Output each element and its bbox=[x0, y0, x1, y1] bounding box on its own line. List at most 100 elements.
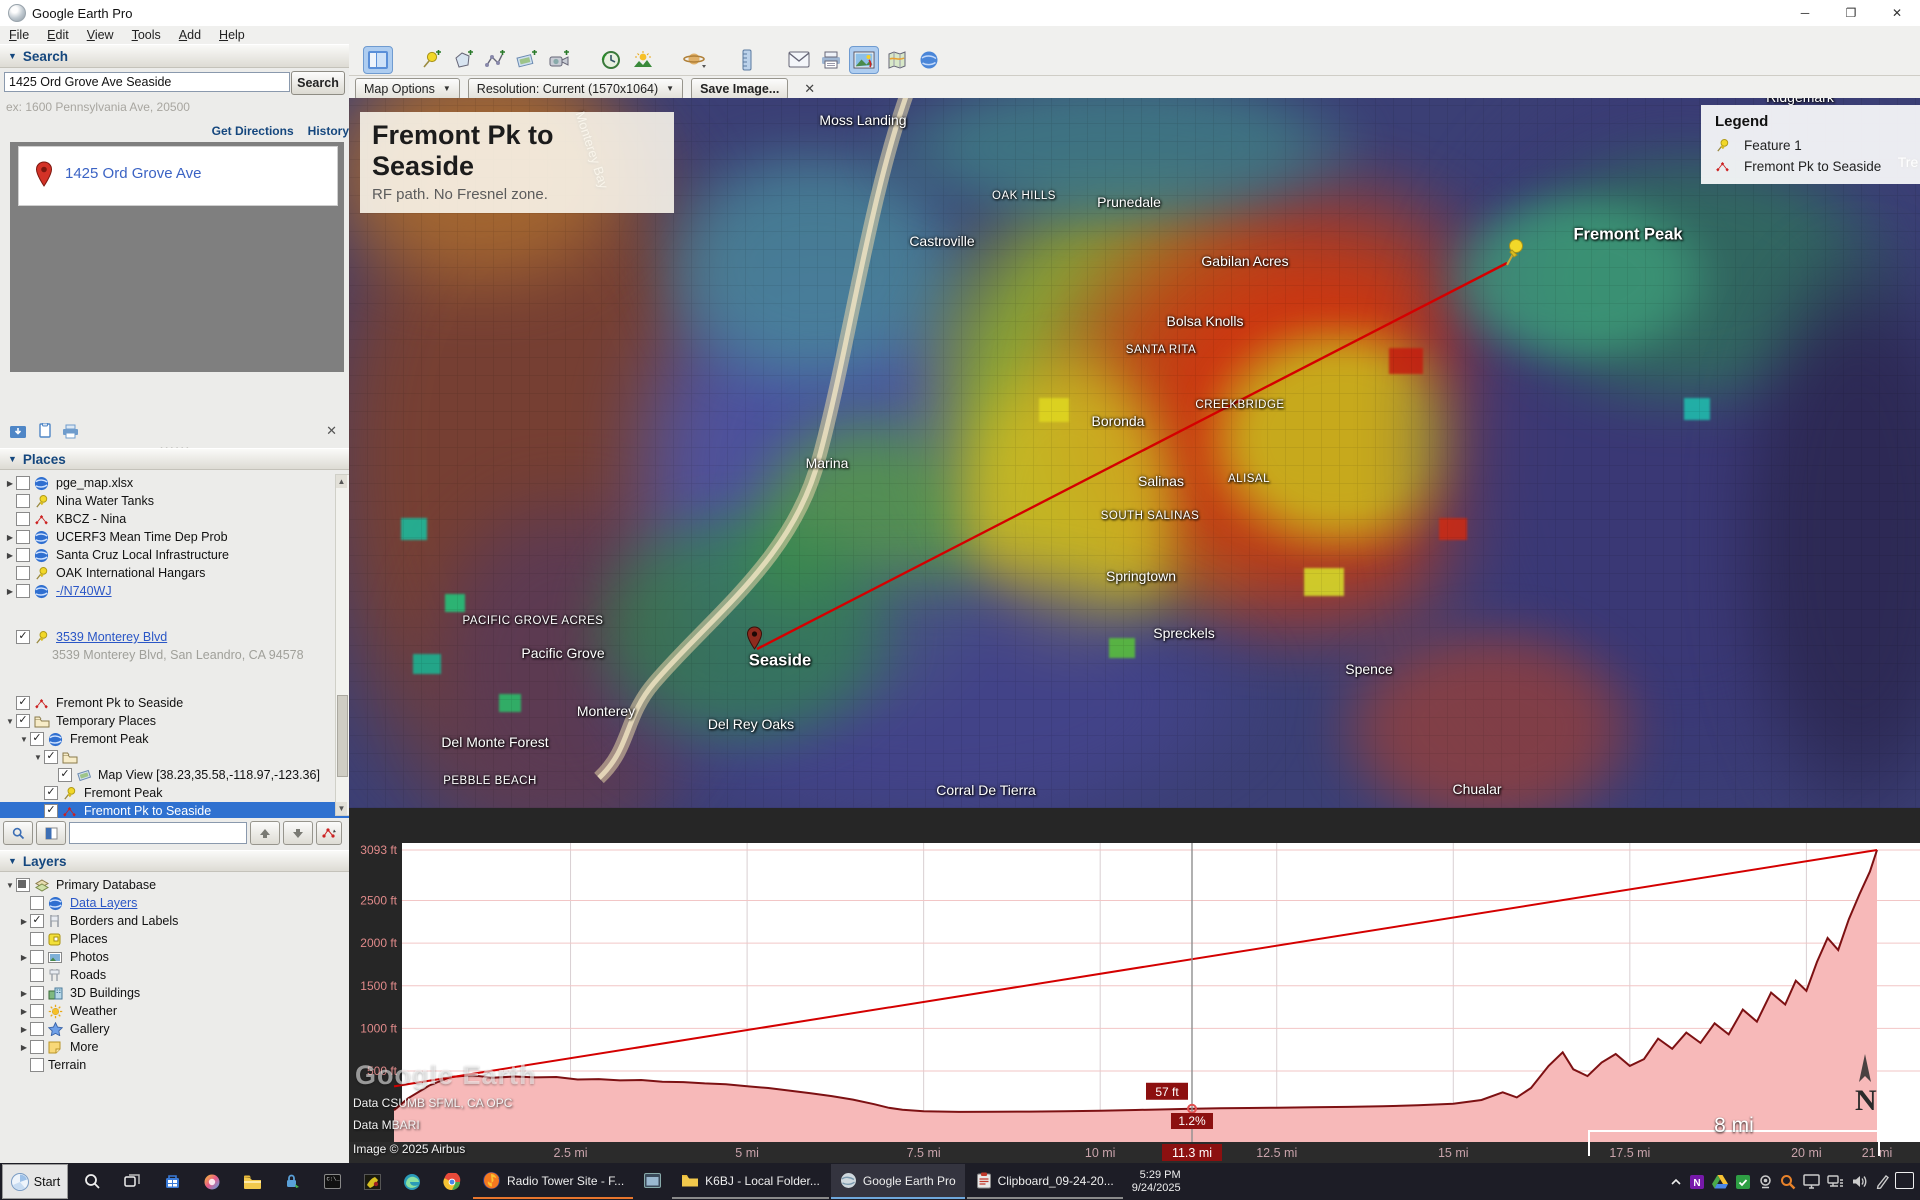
sunlight-button[interactable] bbox=[629, 47, 657, 73]
tree-item-borders-and-labels[interactable]: ▶✓Borders and Labels bbox=[0, 912, 178, 930]
close-button[interactable]: ✕ bbox=[1874, 0, 1920, 26]
places-panel-header[interactable]: ▼ Places bbox=[0, 448, 349, 470]
tree-item-label[interactable]: Fremont Pk to Seaside bbox=[84, 804, 211, 818]
copy-icon[interactable] bbox=[38, 423, 52, 439]
taskbar-taskview-icon[interactable] bbox=[112, 1163, 152, 1200]
tree-item-3539-monterey-blvd[interactable]: ✓3539 Monterey Blvd bbox=[0, 628, 167, 646]
checkbox[interactable] bbox=[30, 1040, 44, 1054]
search-result-item[interactable]: 1425 Ord Grove Ave bbox=[18, 146, 338, 206]
expand-icon[interactable]: ▶ bbox=[18, 989, 30, 998]
clear-results-icon[interactable]: ✕ bbox=[326, 423, 337, 439]
tree-item-label[interactable]: Primary Database bbox=[56, 878, 156, 892]
notification-center-icon[interactable] bbox=[1895, 1172, 1914, 1189]
print-button[interactable] bbox=[817, 47, 845, 73]
expand-icon[interactable]: ▶ bbox=[18, 953, 30, 962]
record-tour-button[interactable] bbox=[545, 47, 573, 73]
tray-drive-icon[interactable] bbox=[1712, 1174, 1728, 1189]
menu-tools[interactable]: Tools bbox=[123, 27, 170, 43]
tree-item-gallery[interactable]: ▶Gallery bbox=[0, 1020, 110, 1038]
get-directions-link[interactable]: Get Directions bbox=[212, 124, 294, 138]
tree-item-photos[interactable]: ▶ Photos bbox=[0, 948, 109, 966]
taskbar-copilot-icon[interactable] bbox=[192, 1163, 232, 1200]
tray-chevron-icon[interactable] bbox=[1670, 1176, 1682, 1188]
tree-item-terrain[interactable]: Terrain bbox=[0, 1056, 86, 1074]
expand-icon[interactable]: ▶ bbox=[18, 1043, 30, 1052]
add-image-overlay-button[interactable] bbox=[513, 47, 541, 73]
tree-item--n740wj[interactable]: ▶-/N740WJ bbox=[0, 582, 112, 600]
toggle-sidebar-button[interactable] bbox=[363, 46, 393, 74]
tree-item-label[interactable]: Places bbox=[70, 932, 108, 946]
print-icon[interactable] bbox=[62, 424, 79, 439]
elevation-chart[interactable]: 3093 ft2500 ft2000 ft1500 ft1000 ft500 f… bbox=[349, 808, 1920, 1163]
checkbox[interactable] bbox=[30, 1058, 44, 1072]
checkbox[interactable]: ✓ bbox=[58, 768, 72, 782]
tree-item-label[interactable]: pge_map.xlsx bbox=[56, 476, 133, 490]
menu-file[interactable]: File bbox=[0, 27, 38, 43]
globe-view-button[interactable] bbox=[915, 47, 943, 73]
taskbar-explorer-icon[interactable] bbox=[232, 1163, 272, 1200]
start-button[interactable]: Start bbox=[2, 1164, 68, 1199]
checkbox[interactable]: ✓ bbox=[16, 630, 30, 644]
checkbox[interactable] bbox=[16, 548, 30, 562]
taskbar-terminal-icon[interactable]: C:\_ bbox=[312, 1163, 352, 1200]
fremont-peak-pushpin[interactable] bbox=[1503, 238, 1529, 268]
scroll-up-arrow[interactable]: ▲ bbox=[336, 475, 347, 488]
places-search-button[interactable] bbox=[3, 821, 33, 845]
layers-panel-header[interactable]: ▼ Layers bbox=[0, 850, 349, 872]
tree-item-weather[interactable]: ▶Weather bbox=[0, 1002, 117, 1020]
tree-item-label[interactable]: OAK International Hangars bbox=[56, 566, 205, 580]
tree-item-data-layers[interactable]: Data Layers bbox=[0, 894, 137, 912]
expand-icon[interactable]: ▶ bbox=[4, 551, 16, 560]
checkbox[interactable]: ✓ bbox=[16, 696, 30, 710]
tree-item-label[interactable]: Terrain bbox=[48, 1058, 86, 1072]
scroll-down-arrow[interactable]: ▼ bbox=[336, 802, 347, 815]
checkbox[interactable] bbox=[30, 968, 44, 982]
tree-item-more[interactable]: ▶ More bbox=[0, 1038, 98, 1056]
taskbar-edge-icon[interactable] bbox=[392, 1163, 432, 1200]
add-polygon-button[interactable] bbox=[449, 47, 477, 73]
tree-item-label[interactable]: More bbox=[70, 1040, 98, 1054]
tree-item-label[interactable]: Gallery bbox=[70, 1022, 110, 1036]
tree-item-nina-water-tanks[interactable]: Nina Water Tanks bbox=[0, 492, 154, 510]
menu-add[interactable]: Add bbox=[170, 27, 210, 43]
checkbox[interactable] bbox=[16, 566, 30, 580]
collapse-icon[interactable]: ▼ bbox=[32, 753, 44, 762]
tree-item-label[interactable]: Borders and Labels bbox=[70, 914, 178, 928]
tree-item-label[interactable]: Photos bbox=[70, 950, 109, 964]
checkbox[interactable]: ✓ bbox=[44, 786, 58, 800]
places-scrollbar[interactable]: ▲ ▼ bbox=[335, 474, 350, 816]
menu-help[interactable]: Help bbox=[210, 27, 254, 43]
checkbox[interactable] bbox=[16, 530, 30, 544]
seaside-marker-pin[interactable] bbox=[746, 626, 763, 650]
map-viewport[interactable]: Moss LandingOAK HILLSPrunedaleCastrovill… bbox=[349, 98, 1920, 808]
checkbox[interactable] bbox=[30, 896, 44, 910]
checkbox[interactable]: ✓ bbox=[30, 732, 44, 746]
tree-item-fremont-peak[interactable]: ▼✓Fremont Peak bbox=[0, 730, 149, 748]
tree-item-primary-database[interactable]: ▼Primary Database bbox=[0, 876, 156, 894]
tree-item-temporary-places[interactable]: ▼✓Temporary Places bbox=[0, 712, 156, 730]
tree-item-ucerf3-mean-time-dep-prob[interactable]: ▶ UCERF3 Mean Time Dep Prob bbox=[0, 528, 228, 546]
expand-icon[interactable]: ▶ bbox=[4, 533, 16, 542]
tree-item-label[interactable]: Santa Cruz Local Infrastructure bbox=[56, 548, 229, 562]
collapse-icon[interactable]: ▼ bbox=[4, 717, 16, 726]
email-button[interactable] bbox=[785, 47, 813, 73]
historical-imagery-button[interactable] bbox=[597, 47, 625, 73]
checkbox[interactable] bbox=[30, 986, 44, 1000]
tray-searchorange-icon[interactable] bbox=[1780, 1174, 1796, 1190]
resolution-dropdown[interactable]: Resolution: Current (1570x1064)▼ bbox=[468, 78, 683, 100]
taskbar-window-radio-tower-site-f-[interactable]: Radio Tower Site - F... bbox=[473, 1164, 633, 1199]
move-up-button[interactable] bbox=[250, 821, 280, 845]
tree-item-label[interactable]: Temporary Places bbox=[56, 714, 156, 728]
checkbox[interactable] bbox=[30, 1004, 44, 1018]
tree-item-label[interactable]: UCERF3 Mean Time Dep Prob bbox=[56, 530, 228, 544]
tree-item-label[interactable]: KBCZ - Nina bbox=[56, 512, 126, 526]
tree-item-map-view-38-23-35-58-118-97-12[interactable]: ✓Map View [38.23,35.58,-118.97,-123.36] bbox=[0, 766, 320, 784]
view-in-google-maps-button[interactable] bbox=[883, 47, 911, 73]
taskbar-media-icon[interactable] bbox=[352, 1163, 392, 1200]
map-options-dropdown[interactable]: Map Options▼ bbox=[355, 78, 460, 100]
tree-item-label[interactable]: Fremont Peak bbox=[70, 732, 149, 746]
taskbar-chrome-icon[interactable] bbox=[432, 1163, 472, 1200]
menu-view[interactable]: View bbox=[78, 27, 123, 43]
tree-item-label[interactable]: Data Layers bbox=[70, 896, 137, 910]
tray-webcam-icon[interactable] bbox=[1758, 1174, 1773, 1189]
